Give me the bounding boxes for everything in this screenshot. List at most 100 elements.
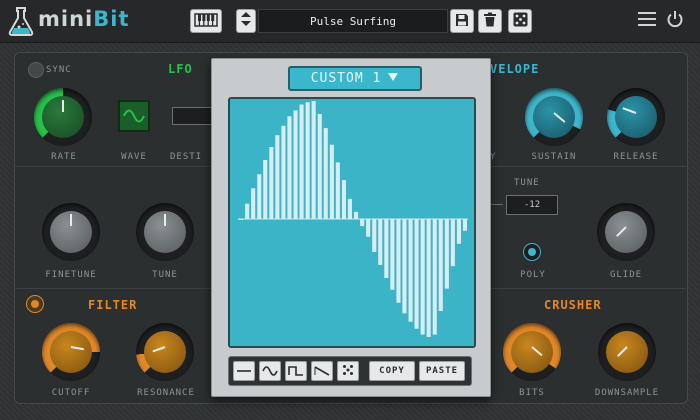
release-label: RELEASE: [613, 152, 659, 162]
wave-sample-bar[interactable]: [269, 147, 274, 219]
wave-sample-bar[interactable]: [384, 219, 389, 278]
paste-button[interactable]: PASTE: [419, 361, 465, 381]
wave-sample-bar[interactable]: [390, 219, 395, 290]
wave-sample-bar[interactable]: [275, 135, 280, 219]
randomize-button[interactable]: [508, 9, 532, 33]
tune-knob[interactable]: [136, 203, 194, 261]
preset-name-display[interactable]: Pulse Surfing: [258, 9, 448, 33]
tune-label: TUNE: [152, 270, 178, 280]
tune-box-label: TUNE: [514, 178, 540, 188]
keyboard-button[interactable]: [190, 9, 222, 33]
bits-knob[interactable]: [503, 323, 561, 381]
downsample-label: DOWNSAMPLE: [594, 388, 660, 398]
flat-wave-icon: [236, 362, 252, 381]
lfo-destination-dropdown[interactable]: [172, 107, 214, 125]
wave-sample-bar[interactable]: [432, 219, 437, 335]
saw-wave-icon: [314, 362, 330, 381]
saw-wave-button[interactable]: [311, 361, 333, 381]
power-button[interactable]: [664, 10, 686, 32]
wave-sample-bar[interactable]: [438, 219, 443, 311]
wave-sample-bar[interactable]: [335, 162, 340, 219]
wave-sample-bar[interactable]: [329, 144, 334, 219]
wave-sample-bar[interactable]: [299, 104, 304, 220]
wave-sample-bar[interactable]: [311, 101, 316, 219]
wave-sample-bar[interactable]: [462, 219, 467, 231]
filter-toggle[interactable]: [26, 295, 44, 313]
flask-icon: [6, 5, 36, 37]
poly-toggle[interactable]: [523, 243, 541, 261]
sine-wave-button[interactable]: [259, 361, 281, 381]
connector-line: [489, 204, 503, 205]
wave-sample-bar[interactable]: [456, 219, 461, 244]
poly-label: POLY: [520, 270, 546, 280]
wave-sample-bar[interactable]: [251, 188, 256, 219]
top-bar: miniBit Pulse Surfing: [0, 0, 700, 43]
wave-sample-bar[interactable]: [239, 219, 244, 220]
delete-button[interactable]: [478, 9, 502, 33]
downsample-knob[interactable]: [598, 323, 656, 381]
release-knob[interactable]: [607, 88, 665, 146]
rate-label: RATE: [51, 152, 77, 162]
custom-wave-dropdown-label: CUSTOM 1: [310, 71, 382, 86]
wave-button[interactable]: [118, 100, 150, 132]
triangle-down-icon: [387, 71, 399, 86]
tune-value-display[interactable]: -12: [506, 195, 558, 215]
sine-wave-icon: [262, 362, 278, 381]
wave-sample-bar[interactable]: [245, 203, 250, 219]
sync-toggle[interactable]: [28, 62, 44, 78]
sustain-knob[interactable]: [525, 88, 583, 146]
crusher-title: CRUSHER: [544, 298, 602, 312]
wave-sample-bar[interactable]: [347, 198, 352, 219]
trash-icon: [483, 12, 497, 31]
copy-button[interactable]: COPY: [369, 361, 415, 381]
menu-icon: [638, 11, 656, 31]
wave-sample-bar[interactable]: [323, 128, 328, 219]
wave-sample-bar[interactable]: [366, 219, 371, 237]
minibit-plugin: miniBit Pulse Surfing SYNC LFO RATE WAVE…: [0, 0, 700, 420]
wave-sample-bar[interactable]: [257, 174, 262, 219]
wave-sample-bar[interactable]: [354, 211, 359, 219]
wave-sample-bar[interactable]: [372, 219, 377, 252]
finetune-knob[interactable]: [42, 203, 100, 261]
cutoff-label: CUTOFF: [51, 388, 91, 398]
wave-sample-bar[interactable]: [360, 219, 365, 227]
sine-wave-icon: [120, 109, 148, 134]
save-button[interactable]: [450, 9, 474, 33]
wave-editor-popup: CUSTOM 1 COPY PASTE: [211, 58, 491, 397]
custom-wave-dropdown[interactable]: CUSTOM 1: [288, 66, 422, 91]
wave-sample-bar[interactable]: [378, 219, 383, 265]
wave-sample-bar[interactable]: [341, 180, 346, 219]
wave-sample-bar[interactable]: [444, 219, 449, 289]
app-title-part-2: Bit: [93, 7, 130, 31]
random-wave-button[interactable]: [337, 361, 359, 381]
square-wave-button[interactable]: [285, 361, 307, 381]
waveform-canvas[interactable]: [230, 99, 470, 342]
cutoff-knob[interactable]: [42, 323, 100, 381]
power-icon: [666, 10, 684, 32]
wave-sample-bar[interactable]: [305, 102, 310, 219]
wave-sample-bar[interactable]: [281, 125, 286, 219]
preset-nav-button[interactable]: [236, 9, 256, 33]
wave-sample-bar[interactable]: [402, 219, 407, 314]
waveform-editor[interactable]: [228, 97, 476, 348]
up-down-arrows-icon: [240, 11, 252, 31]
wave-sample-bar[interactable]: [420, 219, 425, 335]
rate-knob[interactable]: [34, 88, 92, 146]
menu-button[interactable]: [636, 10, 658, 32]
wave-sample-bar[interactable]: [317, 114, 322, 219]
wave-sample-bar[interactable]: [426, 219, 431, 337]
glide-knob[interactable]: [597, 203, 655, 261]
resonance-knob[interactable]: [136, 323, 194, 381]
envelope-title: VELOPE: [490, 62, 540, 76]
wave-sample-bar[interactable]: [263, 160, 268, 219]
save-icon: [455, 12, 469, 31]
finetune-label: FINETUNE: [45, 270, 97, 280]
wave-sample-bar[interactable]: [408, 219, 413, 322]
wave-sample-bar[interactable]: [293, 110, 298, 219]
wave-sample-bar[interactable]: [396, 219, 401, 303]
flat-wave-button[interactable]: [233, 361, 255, 381]
wave-sample-bar[interactable]: [287, 116, 292, 219]
wave-sample-bar[interactable]: [450, 219, 455, 267]
wave-sample-bar[interactable]: [414, 219, 419, 329]
keyboard-icon: [194, 12, 218, 31]
